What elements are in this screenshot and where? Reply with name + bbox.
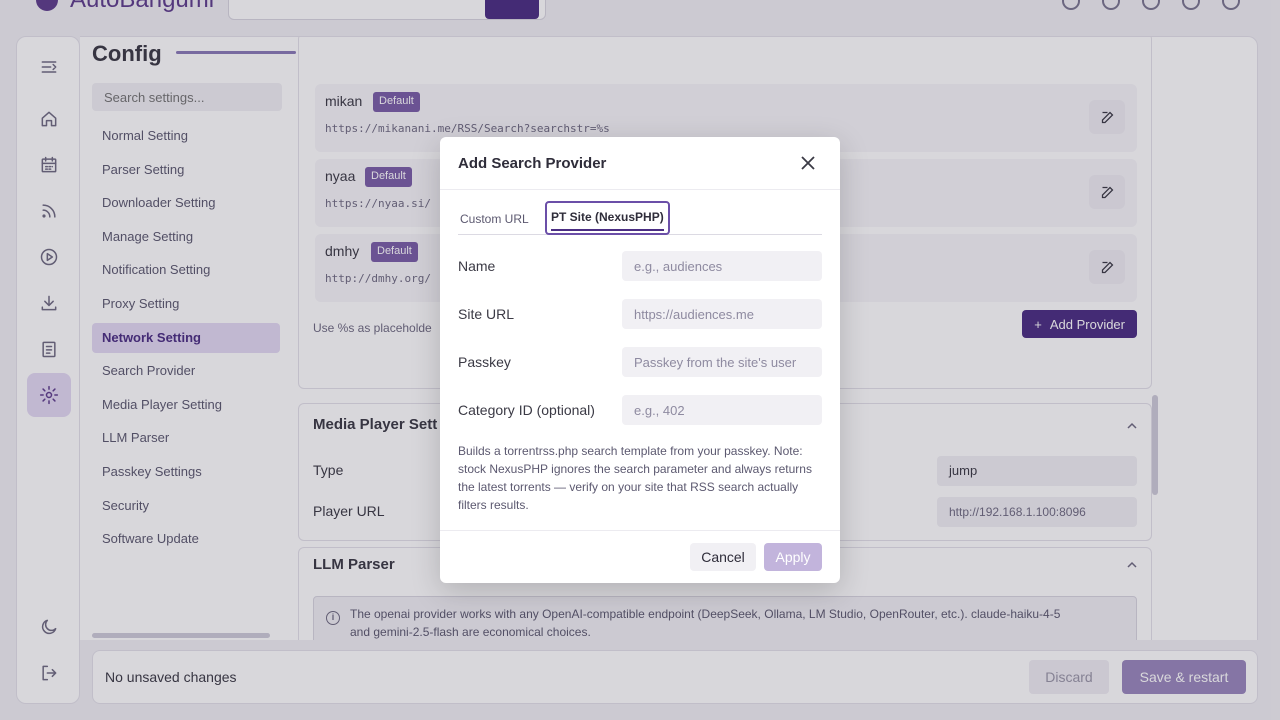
site-url-input[interactable] bbox=[622, 299, 822, 329]
apply-button[interactable]: Apply bbox=[764, 543, 822, 571]
site-url-label: Site URL bbox=[458, 306, 515, 322]
provider-type-tabs: Custom URL PT Site (NexusPHP) bbox=[458, 201, 822, 237]
close-button[interactable] bbox=[800, 155, 818, 173]
divider bbox=[440, 189, 840, 190]
cancel-button[interactable]: Cancel bbox=[690, 543, 756, 571]
passkey-input[interactable] bbox=[622, 347, 822, 377]
category-id-input[interactable] bbox=[622, 395, 822, 425]
tab-pt-site[interactable]: PT Site (NexusPHP) bbox=[545, 201, 670, 235]
passkey-label: Passkey bbox=[458, 354, 511, 370]
name-label: Name bbox=[458, 258, 496, 274]
tab-custom-url[interactable]: Custom URL bbox=[458, 203, 531, 237]
divider bbox=[440, 530, 840, 531]
close-icon bbox=[801, 156, 815, 170]
name-input[interactable] bbox=[622, 251, 822, 281]
template-note: Builds a torrentrss.php search template … bbox=[458, 444, 812, 512]
dialog-title: Add Search Provider bbox=[458, 155, 607, 172]
add-search-provider-dialog: Add Search Provider Custom URL PT Site (… bbox=[440, 137, 840, 583]
category-id-label: Category ID (optional) bbox=[458, 402, 595, 418]
